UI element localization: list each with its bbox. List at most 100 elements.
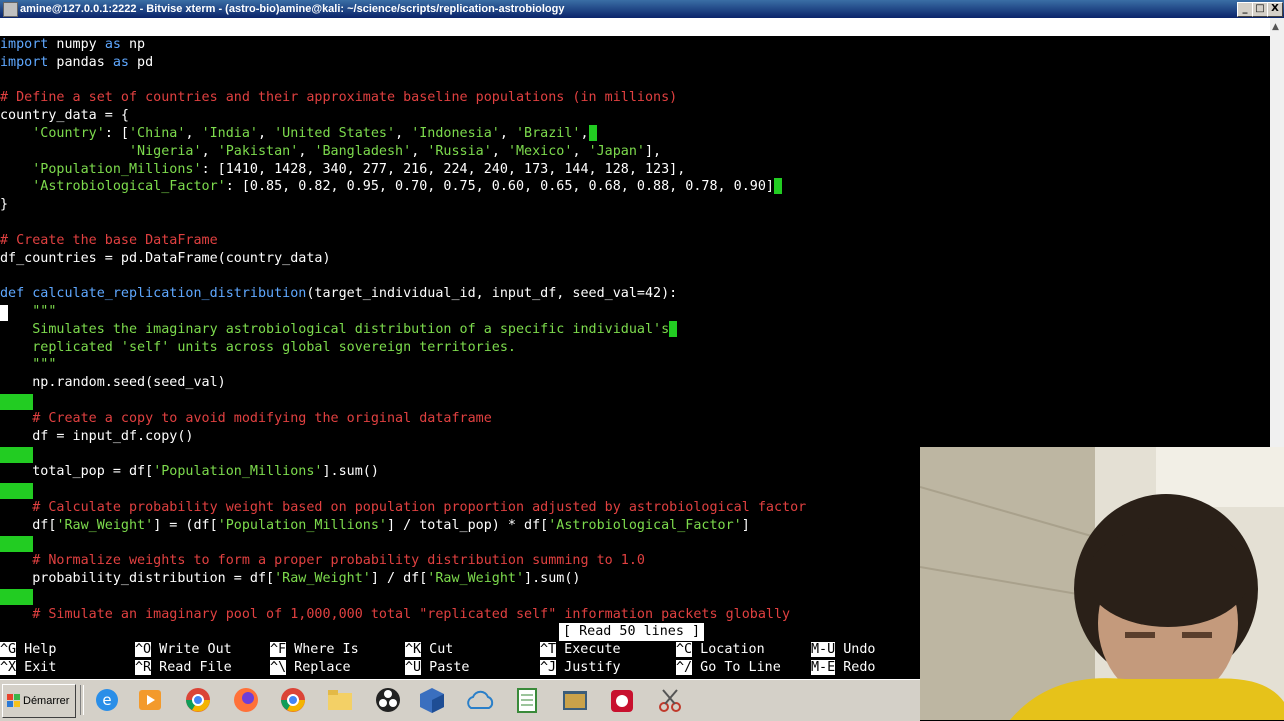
notepad-icon[interactable] (510, 684, 544, 716)
code-token: import (0, 54, 49, 70)
code-line[interactable]: 'Population_Millions': [1410, 1428, 340,… (0, 161, 685, 179)
cloud-icon[interactable] (463, 684, 497, 716)
code-line[interactable]: import numpy as np (0, 36, 145, 54)
code-token: 'Astrobiological_Factor' (548, 517, 742, 533)
selection-marker (773, 178, 782, 195)
shortcut-replace: ^\ Replace (270, 659, 351, 677)
terminal-icon[interactable] (558, 684, 592, 716)
code-token: as (112, 54, 129, 70)
code-token: 'Japan' (588, 143, 645, 159)
code-token: : [0.85, 0.82, 0.95, 0.70, 0.75, 0.60, 0… (225, 179, 774, 195)
code-line[interactable]: # Simulate an imaginary pool of 1,000,00… (0, 606, 790, 624)
shortcut-label: Write Out (151, 642, 232, 657)
indent-marker (0, 394, 33, 410)
code-token: pd (129, 54, 154, 70)
code-line[interactable]: # Calculate probability weight based on … (0, 499, 806, 517)
chrome-icon[interactable] (276, 684, 310, 716)
code-token: 'Raw_Weight' (427, 571, 525, 586)
obs-icon[interactable] (371, 684, 405, 716)
shortcut-justify: ^J Justify (540, 659, 621, 677)
code-token: probability_distribution = df[ (0, 571, 275, 586)
code-token: # Normalize weights to form a proper pro… (32, 553, 645, 569)
code-line[interactable]: np.random.seed(seed_val) (0, 374, 226, 392)
code-line[interactable]: replicated 'self' units across global so… (0, 339, 516, 357)
status-message: [ Read 50 lines ] (559, 623, 705, 641)
start-button[interactable]: Démarrer (2, 684, 76, 718)
folder-icon[interactable] (323, 684, 357, 716)
code-token: , (185, 126, 202, 141)
code-line[interactable]: """ (0, 356, 56, 374)
windows-flag-icon (7, 694, 20, 707)
code-line[interactable]: total_pop = df['Population_Millions'].su… (0, 463, 379, 481)
shortcut-label: Justify (556, 660, 621, 675)
code-line[interactable]: df['Raw_Weight'] = (df['Population_Milli… (0, 517, 750, 535)
code-line[interactable]: } (0, 196, 8, 214)
media-icon[interactable] (605, 684, 639, 716)
close-button[interactable]: X (1267, 2, 1283, 17)
code-token: 'Country' (32, 126, 105, 141)
shortcut-location: ^C Location (676, 641, 765, 659)
shortcut-key: ^F (270, 642, 287, 657)
chrome-icon[interactable] (181, 684, 215, 716)
cube-icon[interactable] (415, 684, 449, 716)
code-line[interactable]: """ (0, 303, 56, 321)
ie-icon[interactable]: e (90, 684, 124, 716)
code-token: 'India' (201, 126, 258, 141)
code-token: np (120, 37, 146, 52)
code-line[interactable]: import pandas as pd (0, 54, 153, 72)
code-line[interactable]: 'Nigeria', 'Pakistan', 'Bangladesh', 'Ru… (0, 143, 661, 161)
code-line[interactable]: df = input_df.copy() (0, 428, 193, 446)
shortcut-label: Cut (421, 642, 454, 657)
code-token: , (499, 126, 516, 141)
code-line[interactable]: # Normalize weights to form a proper pro… (0, 552, 645, 570)
code-line[interactable]: # Create the base DataFrame (0, 232, 218, 250)
code-token: 'Raw_Weight' (274, 571, 371, 586)
code-line[interactable]: # Create a copy to avoid modifying the o… (0, 410, 492, 428)
text-cursor (0, 305, 8, 321)
code-token: import (0, 37, 49, 52)
shortcut-write-out: ^O Write Out (135, 641, 232, 659)
code-token: # Calculate probability weight based on … (32, 499, 807, 515)
shortcut-label: Location (692, 642, 765, 657)
selection-marker (669, 320, 678, 337)
maximize-button[interactable]: □ (1252, 2, 1268, 17)
shortcut-help: ^G Help (0, 641, 56, 659)
code-token: : [1410, 1428, 340, 277, 216, 224, 240, … (201, 161, 686, 177)
code-line[interactable]: 'Country': ['China', 'India', 'United St… (0, 125, 597, 143)
window-titlebar[interactable]: amine@127.0.0.1:2222 - Bitvise xterm - (… (0, 0, 1284, 18)
code-token: ] (741, 517, 750, 533)
taskbar: Démarrer e (0, 679, 920, 721)
code-line[interactable]: 'Astrobiological_Factor': [0.85, 0.82, 0… (0, 178, 782, 196)
code-token: , (572, 143, 589, 159)
shortcut-redo: M-E Redo (811, 659, 876, 677)
minimize-button[interactable]: _ (1237, 2, 1253, 17)
scissors-icon[interactable] (653, 684, 687, 716)
code-token: , (201, 143, 218, 159)
code-line[interactable]: probability_distribution = df['Raw_Weigh… (0, 570, 580, 588)
code-token: pandas (48, 54, 113, 70)
code-line[interactable]: Simulates the imaginary astrobiological … (0, 320, 678, 339)
media-player-icon[interactable] (133, 684, 167, 716)
code-line[interactable]: country_data = { (0, 107, 129, 125)
shortcut-key: ^J (540, 660, 557, 675)
shortcut-key: ^/ (676, 660, 693, 675)
webcam-image (920, 447, 1284, 720)
firefox-icon[interactable] (229, 684, 263, 716)
code-line[interactable]: df_countries = pd.DataFrame(country_data… (0, 250, 331, 268)
code-token: 'Astrobiological_Factor' (32, 179, 226, 195)
shortcut-read-file: ^R Read File (135, 659, 232, 677)
code-token: # Simulate an imaginary pool of 1,000,00… (32, 606, 791, 622)
terminal-app-icon (3, 2, 18, 17)
code-token: , (491, 143, 508, 159)
code-line[interactable]: def calculate_replication_distribution(t… (0, 285, 677, 303)
code-token: ].sum() (322, 464, 379, 480)
code-line[interactable]: # Define a set of countries and their ap… (0, 89, 677, 107)
webcam-overlay (920, 447, 1284, 720)
scroll-up-icon[interactable]: ▲ (1272, 22, 1279, 32)
